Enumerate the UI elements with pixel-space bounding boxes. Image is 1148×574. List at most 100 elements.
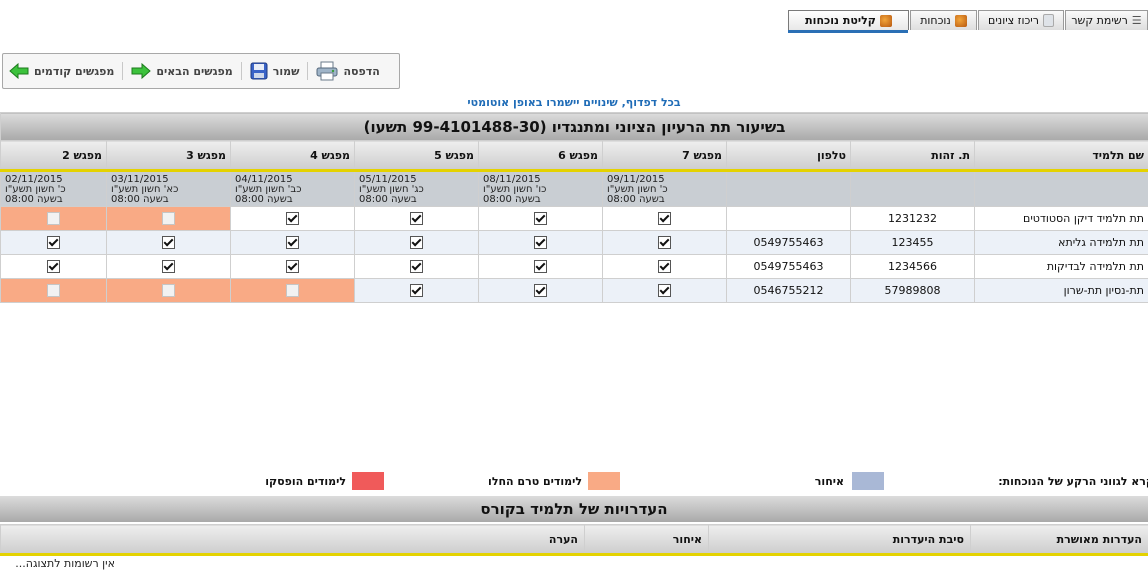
attendance-checkbox[interactable] [47, 260, 60, 274]
attendance-checkbox [162, 284, 175, 298]
attendance-checkbox[interactable] [162, 260, 175, 274]
session-time: בשעה 08:00 [5, 194, 63, 205]
attendance-cell [0, 206, 107, 231]
date-cell-empty [726, 170, 851, 207]
absences-col-reason[interactable]: סיבת היעדרות [708, 524, 971, 556]
attendance-checkbox [47, 284, 60, 298]
session-date-cell: 09/11/2015 כ' חשון תשע"ו בשעה 08:00 [602, 170, 727, 207]
session-time: בשעה 08:00 [607, 194, 665, 205]
column-header[interactable]: טלפון [726, 140, 851, 172]
attendance-cell [106, 206, 231, 231]
student-id: 1234566 [850, 254, 975, 279]
next-sessions-button[interactable]: מפגשים הבאים [131, 63, 233, 79]
attendance-cell [602, 206, 727, 231]
attendance-checkbox[interactable] [658, 212, 671, 226]
session-time: בשעה 08:00 [111, 194, 169, 205]
attendance-cell [230, 206, 355, 231]
attendance-checkbox[interactable] [47, 236, 60, 250]
attendance-checkbox[interactable] [534, 212, 547, 226]
attendance-checkbox[interactable] [658, 236, 671, 250]
absences-title: העדרויות של תלמיד בקורס [0, 496, 1148, 522]
column-header[interactable]: ת. זהות [850, 140, 975, 172]
attendance-cell [602, 278, 727, 303]
session-date-cell: 05/11/2015 כג' חשון תשע"ו בשעה 08:00 [354, 170, 479, 207]
attendance-checkbox[interactable] [410, 260, 423, 274]
column-header[interactable]: מפגש 4 [230, 140, 355, 172]
date-cell-empty [974, 170, 1148, 207]
legend-not-started-swatch [588, 472, 620, 490]
attendance-checkbox[interactable] [658, 260, 671, 274]
attendance-checkbox[interactable] [286, 260, 299, 274]
absences-col-approved[interactable]: העדרות מאושרת [970, 524, 1148, 556]
attendance-checkbox[interactable] [534, 260, 547, 274]
tab-attendance[interactable]: נוכחות [910, 10, 977, 30]
attendance-cell [106, 230, 231, 255]
attendance-checkbox[interactable] [286, 212, 299, 226]
attendance-cell [478, 206, 603, 231]
document-icon [1042, 14, 1054, 27]
tab-label: ריכוז ציונים [988, 14, 1039, 27]
prev-sessions-label: מפגשים קודמים [34, 64, 115, 78]
column-header[interactable]: מפגש 2 [0, 140, 107, 172]
student-phone [726, 206, 851, 231]
absences-col-note[interactable]: הערה [0, 524, 585, 556]
student-id: 1231232 [850, 206, 975, 231]
tab-grades-summary[interactable]: ריכוז ציונים [978, 10, 1064, 30]
tab-attendance-entry[interactable]: קליטת נוכחות [788, 10, 909, 30]
student-phone: 0549755463 [726, 254, 851, 279]
save-button[interactable]: שמור [250, 62, 300, 80]
session-date-cell: 03/11/2015 כא' חשון תשע"ו בשעה 08:00 [106, 170, 231, 207]
session-date-cell: 04/11/2015 כב' חשון תשע"ו בשעה 08:00 [230, 170, 355, 207]
session-time: בשעה 08:00 [483, 194, 541, 205]
attendance-checkbox[interactable] [162, 236, 175, 250]
column-header[interactable]: מפגש 6 [478, 140, 603, 172]
student-name: תת-נסיון תת-שרון [974, 278, 1148, 303]
attendance-cell [0, 278, 107, 303]
tab-contact-list[interactable]: ☰ רשימת קשר [1065, 10, 1148, 30]
attendance-checkbox[interactable] [658, 284, 671, 298]
column-header[interactable]: שם תלמיד [974, 140, 1148, 172]
attendance-cell [0, 254, 107, 279]
column-header[interactable]: מפגש 7 [602, 140, 727, 172]
attendance-checkbox[interactable] [410, 284, 423, 298]
attendance-cell [106, 278, 231, 303]
session-time: בשעה 08:00 [359, 194, 417, 205]
table-row: תת-נסיון תת-שרון 57989808 0546755212 [0, 278, 1148, 303]
column-header[interactable]: מפגש 3 [106, 140, 231, 172]
toolbar-divider [240, 62, 242, 80]
print-button[interactable]: הדפסה [316, 61, 380, 81]
attendance-checkbox[interactable] [534, 284, 547, 298]
attendance-checkbox[interactable] [410, 236, 423, 250]
floppy-disk-icon [250, 62, 268, 80]
prev-sessions-button[interactable]: מפגשים קודמים [9, 63, 114, 79]
attendance-checkbox[interactable] [410, 212, 423, 226]
save-label: שמור [272, 64, 300, 78]
absences-col-late[interactable]: איחור [584, 524, 709, 556]
student-id: 57989808 [850, 278, 975, 303]
attendance-checkbox [162, 212, 175, 226]
attendance-cell [106, 254, 231, 279]
attendance-cell [478, 230, 603, 255]
session-date-cell: 08/11/2015 כו' חשון תשע"ו בשעה 08:00 [478, 170, 603, 207]
active-tab-indicator [788, 30, 908, 33]
legend-stopped-label: לימודים הופסקו [265, 475, 346, 488]
people-icon [954, 14, 967, 27]
arrow-right-icon [131, 63, 152, 79]
column-header[interactable]: מפגש 5 [354, 140, 479, 172]
student-id: 123455 [850, 230, 975, 255]
attendance-checkbox[interactable] [286, 236, 299, 250]
printer-icon [316, 61, 338, 81]
toolbar-divider [307, 62, 309, 80]
attendance-cell [0, 230, 107, 255]
student-name: תת תלמידה גליתא [974, 230, 1148, 255]
session-time: בשעה 08:00 [235, 194, 293, 205]
empty-message: אין רשומות לתצוגה... [15, 557, 115, 570]
session-date-cell: 02/11/2015 כ' חשון תשע"ו בשעה 08:00 [0, 170, 107, 207]
attendance-cell [478, 278, 603, 303]
attendance-checkbox [286, 284, 299, 298]
tab-label: קליטת נוכחות [805, 14, 876, 27]
attendance-checkbox[interactable] [534, 236, 547, 250]
course-title: בשיעור תת הרעיון הציוני ומתנגדיו (99-410… [0, 112, 1148, 141]
legend-stopped-swatch [352, 472, 384, 490]
attendance-cell [230, 230, 355, 255]
